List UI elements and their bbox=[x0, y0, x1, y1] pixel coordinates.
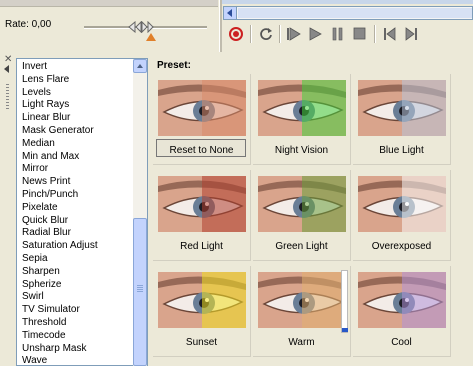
effect-list-item[interactable]: Unsharp Mask bbox=[22, 343, 86, 355]
drag-grip-icon[interactable] bbox=[6, 84, 9, 110]
preset-thumbnail bbox=[158, 80, 246, 136]
preset-item[interactable]: Overexposed bbox=[353, 170, 451, 261]
preset-caption: Overexposed bbox=[371, 241, 432, 252]
loop-icon bbox=[260, 28, 272, 40]
close-icon[interactable]: ✕ bbox=[4, 54, 12, 65]
top-left-band bbox=[0, 0, 218, 7]
go-to-end-icon bbox=[405, 27, 417, 41]
preset-item[interactable]: Reset to None bbox=[153, 74, 251, 165]
preset-caption: Cool bbox=[391, 337, 412, 348]
effect-list-item[interactable]: Spherize bbox=[22, 279, 61, 291]
preset-thumbnail bbox=[258, 176, 346, 232]
preset-item[interactable]: Warm bbox=[253, 266, 351, 357]
stop-icon bbox=[353, 27, 366, 40]
effect-list-item[interactable]: Light Rays bbox=[22, 99, 69, 111]
pause-button[interactable] bbox=[328, 24, 348, 44]
effect-list-item[interactable]: Threshold bbox=[22, 317, 66, 329]
rate-label: Rate: 0,00 bbox=[5, 19, 52, 30]
preset-thumbnail bbox=[358, 80, 446, 136]
toolbar-separator bbox=[250, 25, 252, 43]
preset-thumbnail bbox=[258, 80, 346, 136]
preset-caption: Blue Light bbox=[379, 145, 424, 156]
effect-list-item[interactable]: Wave bbox=[22, 355, 47, 365]
effect-list-item[interactable]: Median bbox=[22, 138, 55, 150]
top-right-band bbox=[221, 0, 473, 4]
toolbar-separator bbox=[279, 25, 281, 43]
effect-list-item[interactable]: Lens Flare bbox=[22, 74, 69, 86]
preset-item[interactable]: Green Light bbox=[253, 170, 351, 261]
effect-list-item[interactable]: Saturation Adjust bbox=[22, 240, 98, 252]
toolbar-separator bbox=[374, 25, 376, 43]
effect-list-item[interactable]: TV Simulator bbox=[22, 304, 80, 316]
effect-list-item[interactable]: Invert bbox=[22, 61, 47, 73]
preset-thumbnail bbox=[358, 272, 446, 328]
panel-divider[interactable] bbox=[219, 0, 222, 52]
effect-list-item[interactable]: Sepia bbox=[22, 253, 48, 265]
play-button[interactable] bbox=[306, 24, 326, 44]
preset-thumbnail bbox=[158, 272, 246, 328]
effect-list-item[interactable]: Min and Max bbox=[22, 151, 79, 163]
preset-item[interactable]: Cool bbox=[353, 266, 451, 357]
stop-button[interactable] bbox=[350, 24, 370, 44]
effect-list-item[interactable]: Sharpen bbox=[22, 266, 60, 278]
effect-list-item[interactable]: Swirl bbox=[22, 291, 44, 303]
rate-marker-icon bbox=[146, 33, 156, 41]
preset-label: Preset: bbox=[157, 60, 191, 71]
preset-item[interactable]: Blue Light bbox=[353, 74, 451, 165]
effect-list-item[interactable]: Timecode bbox=[22, 330, 66, 342]
play-icon bbox=[309, 27, 322, 41]
effect-list-item[interactable]: Quick Blur bbox=[22, 215, 68, 227]
preset-thumbnail bbox=[158, 176, 246, 232]
effect-list-item[interactable]: Mirror bbox=[22, 163, 48, 175]
preset-caption: Warm bbox=[288, 337, 315, 348]
effect-list-item[interactable]: Pinch/Punch bbox=[22, 189, 78, 201]
go-to-start-button[interactable] bbox=[380, 24, 400, 44]
preset-caption: Night Vision bbox=[274, 145, 329, 156]
record-icon bbox=[229, 27, 243, 41]
effect-list-item[interactable]: Pixelate bbox=[22, 202, 58, 214]
seek-left-button[interactable] bbox=[223, 6, 237, 20]
preset-item[interactable]: Night Vision bbox=[253, 74, 351, 165]
effect-list-item[interactable]: Mask Generator bbox=[22, 125, 94, 137]
effects-list[interactable]: Invert Lens Flare Levels Light Rays Linear B… bbox=[16, 58, 148, 366]
preset-scroll-indicator[interactable] bbox=[342, 328, 348, 332]
preset-scrollbar[interactable] bbox=[341, 270, 348, 333]
preset-caption: Sunset bbox=[185, 337, 218, 348]
rate-slider-thumb[interactable] bbox=[127, 21, 155, 33]
play-from-start-button[interactable] bbox=[284, 24, 304, 44]
pause-icon bbox=[332, 27, 343, 41]
preset-caption: Green Light bbox=[275, 241, 328, 252]
effect-list-item[interactable]: Linear Blur bbox=[22, 112, 70, 124]
preset-caption: Red Light bbox=[180, 241, 223, 252]
go-to-end-button[interactable] bbox=[402, 24, 422, 44]
effect-list-item[interactable]: Levels bbox=[22, 87, 51, 99]
seek-track[interactable] bbox=[238, 8, 472, 18]
preset-grid: Reset to None Night Vision Blue Light Red L… bbox=[153, 74, 473, 366]
preset-thumbnail bbox=[358, 176, 446, 232]
scroll-up-button[interactable] bbox=[133, 59, 147, 73]
effect-list-item[interactable]: Radial Blur bbox=[22, 227, 71, 239]
effect-list-item[interactable]: News Print bbox=[22, 176, 70, 188]
play-from-start-icon bbox=[287, 27, 301, 41]
preset-thumbnail bbox=[258, 272, 346, 328]
collapse-arrow-icon[interactable] bbox=[4, 65, 9, 73]
go-to-start-icon bbox=[384, 27, 396, 41]
preset-item[interactable]: Sunset bbox=[153, 266, 251, 357]
preset-item[interactable]: Red Light bbox=[153, 170, 251, 261]
preset-caption: Reset to None bbox=[169, 145, 234, 156]
loop-button[interactable] bbox=[256, 24, 276, 44]
record-button[interactable] bbox=[226, 24, 246, 44]
scroll-grip-icon bbox=[137, 285, 143, 293]
